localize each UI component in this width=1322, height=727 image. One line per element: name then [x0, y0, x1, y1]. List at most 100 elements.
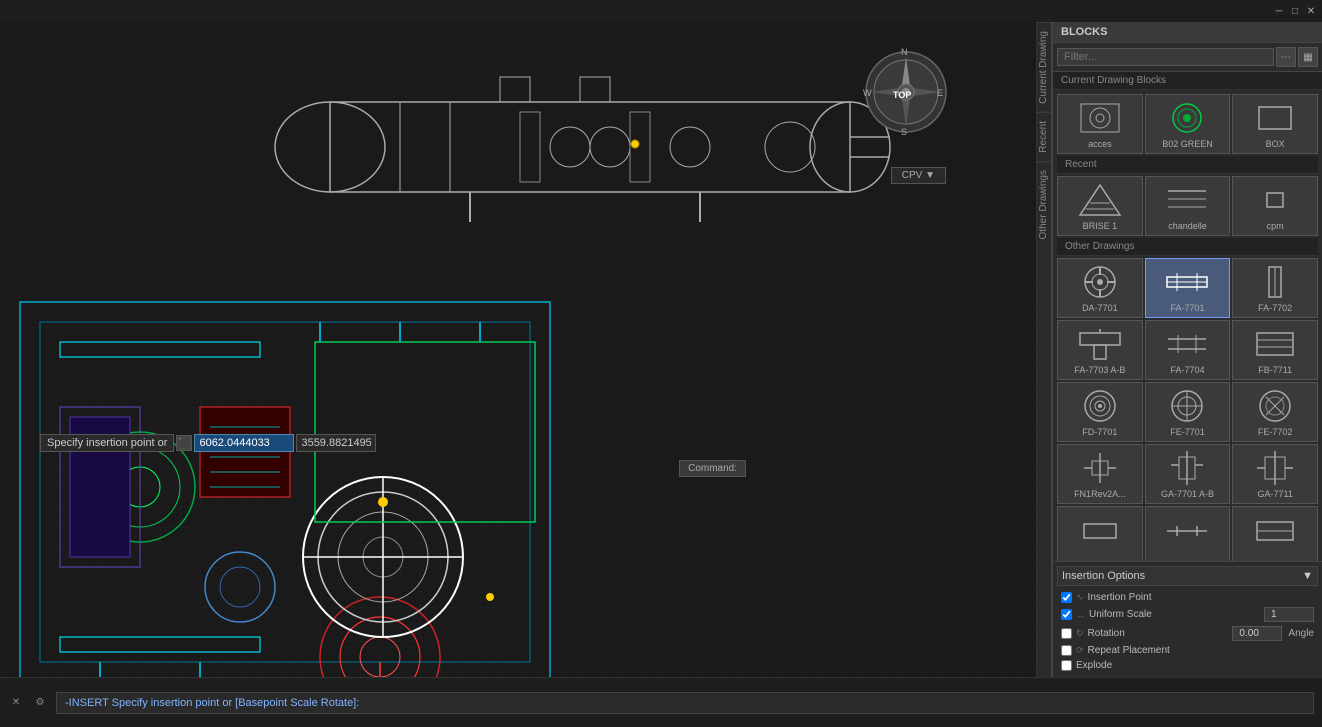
block-fa7702[interactable]: FA-7702 — [1232, 258, 1318, 318]
filter-options-button[interactable]: ⋯ — [1276, 47, 1296, 67]
block-ga7701ab[interactable]: GA-7701 A-B — [1145, 444, 1231, 504]
block-preview-brise1 — [1075, 181, 1125, 219]
block-preview-ga7711 — [1250, 449, 1300, 487]
scale-icon: ↔ — [1076, 610, 1085, 620]
restore-button[interactable]: □ — [1288, 4, 1302, 18]
block-preview-chandelle — [1162, 181, 1212, 219]
block-fd7701[interactable]: FD-7701 — [1057, 382, 1143, 442]
block-preview-b02green — [1162, 99, 1212, 137]
repeat-icon: ⟳ — [1076, 645, 1084, 656]
block-preview-fe7702 — [1250, 387, 1300, 425]
block-fa7701[interactable]: FA-7701 — [1145, 258, 1231, 318]
block-fb7711[interactable]: FB-7711 — [1232, 320, 1318, 380]
block-box[interactable]: BOX — [1232, 94, 1318, 154]
uniform-scale-value[interactable] — [1264, 607, 1314, 622]
cmd-settings-button[interactable]: ⚙ — [32, 695, 48, 711]
uniform-scale-checkbox[interactable] — [1061, 609, 1072, 620]
block-preview-box — [1250, 99, 1300, 137]
explode-checkbox[interactable] — [1061, 660, 1072, 671]
block-name-fa7704: FA-7704 — [1170, 365, 1204, 375]
bottom-technical-view — [0, 287, 1036, 677]
block-fn1rev2a[interactable]: FN1Rev2A... — [1057, 444, 1143, 504]
block-b02green[interactable]: B02 GREEN — [1145, 94, 1231, 154]
block-cpm[interactable]: cpm — [1232, 176, 1318, 236]
close-button[interactable]: ✕ — [1304, 4, 1318, 18]
explode-row: Explode — [1057, 658, 1318, 673]
block-name-box: BOX — [1266, 139, 1285, 149]
block-da7701[interactable]: DA-7701 — [1057, 258, 1143, 318]
block-name-da7701: DA-7701 — [1082, 303, 1118, 313]
block-name-fb7711: FB-7711 — [1258, 365, 1292, 375]
svg-text:W: W — [863, 88, 872, 98]
block-name-cpm: cpm — [1267, 221, 1284, 231]
block-fe7702[interactable]: FE-7702 — [1232, 382, 1318, 442]
recent-label: Recent — [1057, 156, 1318, 174]
input-icon[interactable]: ⬛ — [176, 435, 192, 451]
block-fa7704[interactable]: FA-7704 — [1145, 320, 1231, 380]
insertion-options: Insertion Options ▼ ∿ Insertion Point ↔ … — [1053, 561, 1322, 677]
cmd-close-button[interactable]: ✕ — [8, 695, 24, 711]
drawing-area[interactable]: N S W E TOP CPV ▼ — [0, 22, 1036, 677]
command-label: Command: — [679, 460, 746, 477]
command-text[interactable]: -INSERT Specify insertion point or [Base… — [56, 692, 1314, 714]
minimize-button[interactable]: ─ — [1272, 4, 1286, 18]
block-brise1[interactable]: BRISE 1 — [1057, 176, 1143, 236]
insertion-options-header[interactable]: Insertion Options ▼ — [1057, 566, 1318, 586]
block-thumb1[interactable] — [1057, 506, 1143, 561]
block-thumb3[interactable] — [1232, 506, 1318, 561]
side-tab-current[interactable]: Current Drawing — [1036, 22, 1052, 112]
svg-text:E: E — [937, 88, 943, 98]
block-name-b02green: B02 GREEN — [1162, 139, 1213, 149]
block-ga7711[interactable]: GA-7711 — [1232, 444, 1318, 504]
compass: N S W E TOP — [861, 47, 951, 137]
input-bar: Specify insertion point or ⬛ — [40, 434, 376, 452]
insertion-point-checkbox[interactable] — [1061, 592, 1072, 603]
repeat-placement-checkbox[interactable] — [1061, 645, 1072, 656]
svg-text:TOP: TOP — [893, 90, 911, 100]
cpv-indicator[interactable]: CPV ▼ — [891, 167, 946, 184]
block-name-fa7703ab: FA-7703 A-B — [1074, 365, 1125, 375]
block-fe7701[interactable]: FE-7701 — [1145, 382, 1231, 442]
collapse-icon: ▼ — [1302, 570, 1313, 582]
title-bar: ─ □ ✕ — [0, 0, 1322, 22]
svg-text:S: S — [901, 127, 907, 137]
block-preview-fa7704 — [1162, 325, 1212, 363]
block-name-chandelle: chandelle — [1168, 221, 1207, 231]
other-drawings-label: Other Drawings — [1057, 238, 1318, 256]
rotation-value[interactable] — [1232, 626, 1282, 641]
block-preview-fe7701 — [1162, 387, 1212, 425]
coord1-input[interactable] — [194, 434, 294, 452]
side-tab-other[interactable]: Other Drawings — [1036, 161, 1052, 247]
block-preview-cpm — [1250, 181, 1300, 219]
block-name-fe7702: FE-7702 — [1258, 427, 1293, 437]
block-acces[interactable]: acces — [1057, 94, 1143, 154]
side-tab-recent[interactable]: Recent — [1036, 112, 1052, 161]
block-preview-thumb2 — [1162, 511, 1212, 551]
block-fa7703ab[interactable]: FA-7703 A-B — [1057, 320, 1143, 380]
block-name-fn1rev2a: FN1Rev2A... — [1074, 489, 1126, 499]
filter-input[interactable] — [1057, 48, 1274, 66]
block-thumb2[interactable] — [1145, 506, 1231, 561]
bottom-command: ✕ ⚙ -INSERT Specify insertion point or [… — [0, 677, 1322, 727]
angle-label: Angle — [1288, 628, 1314, 639]
input-label: Specify insertion point or — [40, 434, 174, 452]
main-layout: N S W E TOP CPV ▼ — [0, 22, 1322, 677]
block-preview-da7701 — [1075, 263, 1125, 301]
block-preview-fn1rev2a — [1075, 449, 1125, 487]
coord2-input[interactable] — [296, 434, 376, 452]
block-name-fa7702: FA-7702 — [1258, 303, 1292, 313]
block-name-brise1: BRISE 1 — [1083, 221, 1118, 231]
rotation-checkbox[interactable] — [1061, 628, 1072, 639]
insertion-point-row: ∿ Insertion Point — [1057, 590, 1318, 605]
svg-text:N: N — [901, 47, 908, 57]
block-preview-ga7701ab — [1162, 449, 1212, 487]
block-name-fe7701: FE-7701 — [1170, 427, 1205, 437]
block-chandelle[interactable]: chandelle — [1145, 176, 1231, 236]
panel-title: BLOCKS — [1053, 22, 1322, 43]
view-options-button[interactable]: ▦ — [1298, 47, 1318, 67]
rotation-row: ↻ Rotation Angle — [1057, 624, 1318, 643]
current-drawing-label: Current Drawing Blocks — [1053, 72, 1322, 90]
block-name-ga7711: GA-7711 — [1257, 489, 1292, 499]
abc-icon: ∿ — [1076, 592, 1084, 603]
block-preview-fa7702 — [1250, 263, 1300, 301]
